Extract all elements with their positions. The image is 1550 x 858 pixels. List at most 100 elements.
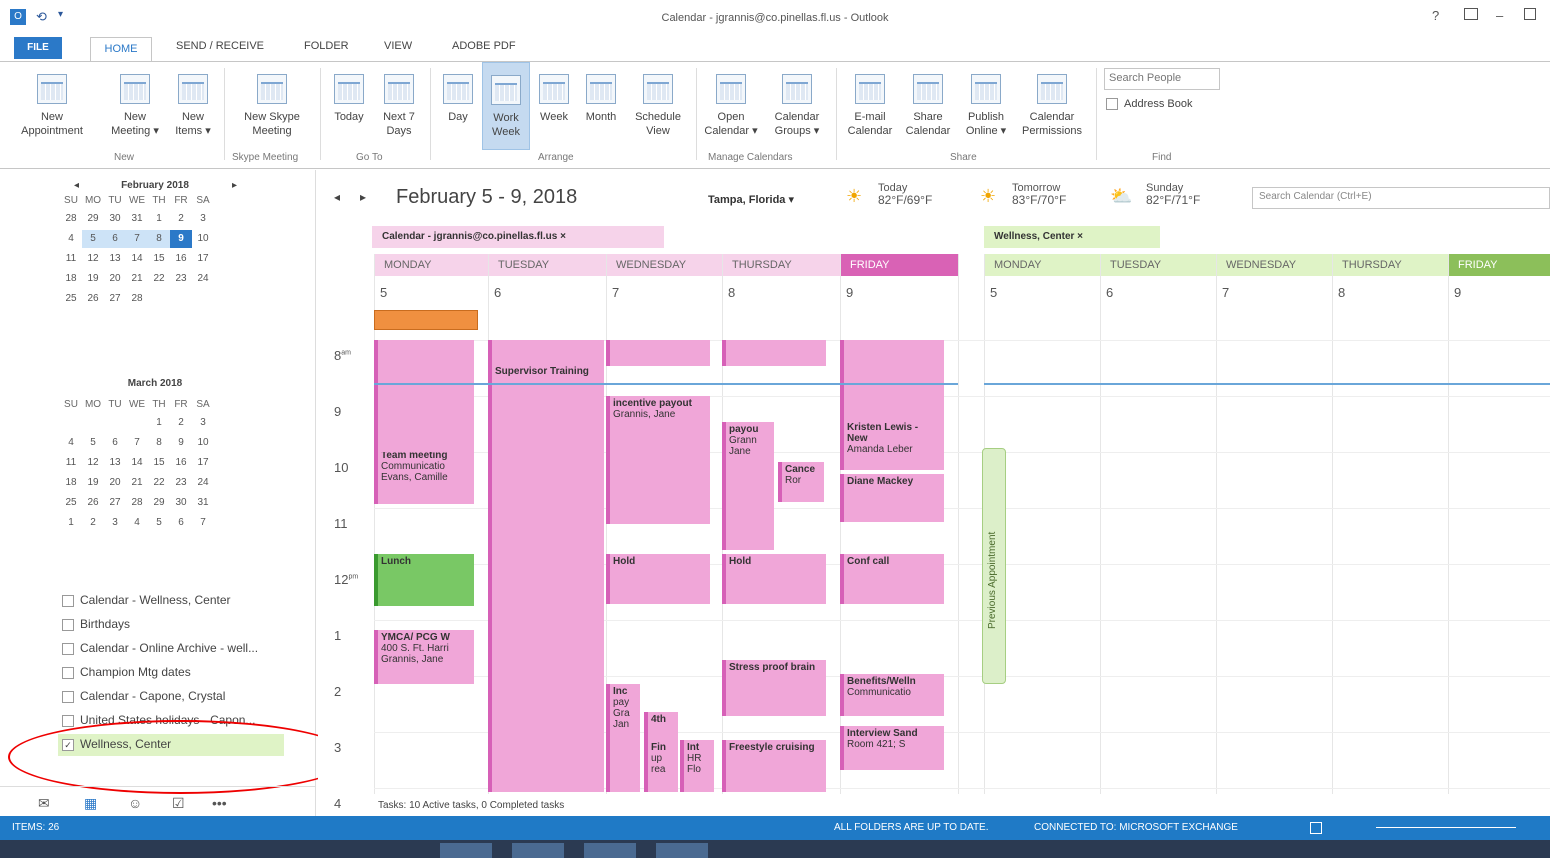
prev-week-icon[interactable]: ◂ bbox=[334, 190, 340, 204]
mini-date-cell[interactable]: 22 bbox=[148, 474, 170, 492]
mini-date-cell[interactable]: 14 bbox=[126, 454, 148, 472]
mini-date-cell[interactable]: 3 bbox=[104, 514, 126, 532]
month-view-button[interactable]: Month bbox=[578, 62, 624, 124]
mini-date-cell[interactable]: 23 bbox=[170, 474, 192, 492]
new-meeting-button[interactable]: New Meeting ▾ bbox=[104, 62, 166, 138]
calendar-event[interactable]: Hold bbox=[722, 554, 826, 604]
mini-date-cell[interactable]: 7 bbox=[192, 514, 214, 532]
mini-date-cell[interactable]: 10 bbox=[192, 230, 214, 248]
mini-date-cell[interactable]: 14 bbox=[126, 250, 148, 268]
mini-date-cell[interactable]: 25 bbox=[60, 290, 82, 308]
checkbox[interactable] bbox=[62, 714, 74, 727]
share-calendar-button[interactable]: Share Calendar bbox=[900, 62, 956, 138]
previous-appointment-button[interactable]: Previous Appointment bbox=[982, 448, 1006, 684]
mini-date-cell[interactable]: 21 bbox=[126, 270, 148, 288]
calendar-event[interactable]: 4th bbox=[644, 712, 678, 740]
address-book-button[interactable]: Address Book bbox=[1106, 98, 1192, 111]
mini-date-cell[interactable]: 23 bbox=[170, 270, 192, 288]
mini-date-cell[interactable]: 30 bbox=[104, 210, 126, 228]
mini-date-cell[interactable]: 1 bbox=[148, 414, 170, 432]
checkbox[interactable] bbox=[62, 642, 74, 655]
mini-date-cell[interactable]: 3 bbox=[192, 210, 214, 228]
mini-date-cell[interactable]: 6 bbox=[104, 434, 126, 452]
tasks-icon[interactable]: ☑ bbox=[172, 795, 185, 812]
mini-date-cell[interactable]: 12 bbox=[82, 250, 104, 268]
mini-date-cell[interactable]: 12 bbox=[82, 454, 104, 472]
minimize-icon[interactable]: – bbox=[1496, 8, 1503, 23]
mini-date-cell[interactable]: 2 bbox=[170, 210, 192, 228]
calendar-nav-icon[interactable]: ▦ bbox=[84, 795, 97, 812]
email-calendar-button[interactable]: E-mail Calendar bbox=[840, 62, 900, 138]
mail-icon[interactable]: ✉ bbox=[38, 795, 50, 812]
new-items-button[interactable]: New Items ▾ bbox=[166, 62, 220, 138]
mini-date-cell[interactable]: 5 bbox=[82, 230, 104, 248]
maximize-icon[interactable] bbox=[1524, 8, 1536, 20]
mini-date-cell[interactable]: 15 bbox=[148, 454, 170, 472]
checkbox[interactable] bbox=[62, 666, 74, 679]
mini-date-cell[interactable]: 27 bbox=[104, 290, 126, 308]
mini-date-cell[interactable]: 18 bbox=[60, 270, 82, 288]
calendar-event[interactable] bbox=[840, 340, 944, 420]
mini-date-cell[interactable]: 3 bbox=[192, 414, 214, 432]
calendar-event[interactable]: Team meeting Communicatio Evans, Camille bbox=[374, 448, 474, 504]
calendar-list-item[interactable]: Calendar - Wellness, Center bbox=[62, 590, 231, 610]
mini-date-cell[interactable]: 24 bbox=[192, 270, 214, 288]
taskbar-item[interactable] bbox=[584, 843, 636, 858]
help-icon[interactable]: ? bbox=[1432, 8, 1439, 23]
mini-date-cell[interactable]: 30 bbox=[170, 494, 192, 512]
mini-date-cell[interactable]: 19 bbox=[82, 270, 104, 288]
mini-date-cell[interactable]: 31 bbox=[126, 210, 148, 228]
calendar-event[interactable]: Cance Ror bbox=[778, 462, 824, 502]
mini-date-cell[interactable]: 11 bbox=[60, 454, 82, 472]
checkbox[interactable] bbox=[62, 594, 74, 607]
search-calendar-input[interactable]: Search Calendar (Ctrl+E) bbox=[1252, 187, 1550, 209]
weather-location-dropdown[interactable]: Tampa, Florida ▾ bbox=[708, 193, 794, 206]
mini-date-cell[interactable]: 27 bbox=[104, 494, 126, 512]
calendar-event[interactable]: payou Grann Jane bbox=[722, 422, 774, 550]
mini-date-cell[interactable]: 1 bbox=[148, 210, 170, 228]
calendar-event[interactable]: Conf call bbox=[840, 554, 944, 604]
schedule-view-button[interactable]: Schedule View bbox=[626, 62, 690, 138]
today-button[interactable]: Today bbox=[326, 62, 372, 124]
calendar-list-item[interactable]: Birthdays bbox=[62, 614, 130, 634]
next-7-days-button[interactable]: Next 7 Days bbox=[374, 62, 424, 138]
tab-send-receive[interactable]: SEND / RECEIVE bbox=[176, 40, 264, 52]
calendar-event[interactable]: Freestyle cruising bbox=[722, 740, 826, 792]
mini-date-cell[interactable]: 13 bbox=[104, 454, 126, 472]
calendar-groups-button[interactable]: Calendar Groups ▾ bbox=[764, 62, 830, 138]
mini-date-cell[interactable]: 9 bbox=[170, 434, 192, 452]
mini-date-cell[interactable]: 5 bbox=[148, 514, 170, 532]
ribbon-display-icon[interactable] bbox=[1464, 8, 1478, 20]
mini-date-cell[interactable]: 4 bbox=[60, 230, 82, 248]
calendar-event[interactable] bbox=[488, 340, 604, 366]
mini-date-cell[interactable]: 8 bbox=[148, 434, 170, 452]
calendar-event[interactable]: Int HR Flo bbox=[680, 740, 714, 792]
mini-date-cell[interactable]: 9 bbox=[170, 230, 192, 248]
tab-folder[interactable]: FOLDER bbox=[304, 40, 349, 52]
calendar-list-item[interactable]: Champion Mtg dates bbox=[62, 662, 191, 682]
calendar-event[interactable]: Interview Sand Room 421; S bbox=[840, 726, 944, 770]
mini-date-cell[interactable]: 4 bbox=[126, 514, 148, 532]
tab-adobe-pdf[interactable]: ADOBE PDF bbox=[452, 40, 516, 52]
mini-date-cell[interactable]: 10 bbox=[192, 434, 214, 452]
mini-date-cell[interactable]: 25 bbox=[60, 494, 82, 512]
mini-date-cell[interactable]: 26 bbox=[82, 494, 104, 512]
mini-date-cell[interactable]: 4 bbox=[60, 434, 82, 452]
calendar-event[interactable]: incentive payout Grannis, Jane bbox=[606, 396, 710, 524]
mini-date-cell[interactable]: 7 bbox=[126, 230, 148, 248]
week-view-button[interactable]: Week bbox=[532, 62, 576, 124]
day-view-button[interactable]: Day bbox=[436, 62, 480, 124]
calendar-event[interactable]: Benefits/Welln Communicatio bbox=[840, 674, 944, 716]
mini-date-cell[interactable]: 20 bbox=[104, 270, 126, 288]
tab-wellness-center[interactable]: Wellness, Center × bbox=[984, 226, 1160, 248]
calendar-list-item[interactable]: Calendar - Online Archive - well... bbox=[62, 638, 258, 658]
mini-date-cell[interactable]: 2 bbox=[82, 514, 104, 532]
tab-view[interactable]: VIEW bbox=[384, 40, 412, 52]
mini-date-cell[interactable]: 7 bbox=[126, 434, 148, 452]
next-month-icon[interactable]: ▸ bbox=[232, 180, 237, 191]
people-icon[interactable]: ☺ bbox=[128, 795, 142, 811]
search-people-input[interactable]: Search People bbox=[1104, 68, 1220, 90]
more-icon[interactable]: ••• bbox=[212, 795, 227, 811]
mini-date-cell[interactable]: 1 bbox=[60, 514, 82, 532]
mini-date-cell[interactable]: 20 bbox=[104, 474, 126, 492]
